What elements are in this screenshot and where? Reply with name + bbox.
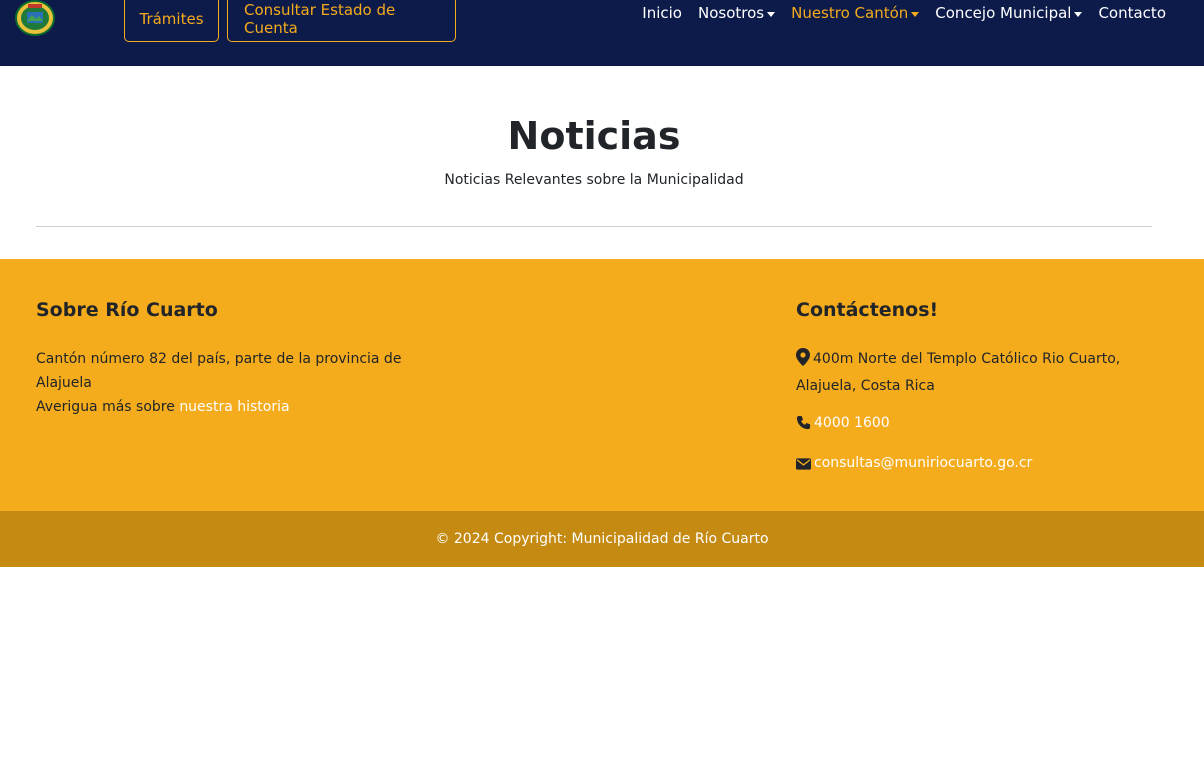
copyright-text: © 2024 Copyright: Municipalidad de Río C… [435, 531, 769, 547]
about-heading: Sobre Río Cuarto [36, 299, 218, 321]
about-more-prefix: Averigua más sobre [36, 399, 180, 415]
about-description: Cantón número 82 del país, parte de la p… [36, 351, 402, 391]
nav-dropdown-nosotros[interactable]: Nosotros [697, 4, 776, 22]
envelope-icon [796, 454, 811, 478]
contact-phone-text: 4000 1600 [814, 415, 890, 431]
nav-link-contacto-label: Contacto [1098, 4, 1166, 22]
page-subtitle: Noticias Relevantes sobre la Municipalid… [444, 172, 744, 188]
contact-heading: Contáctenos! [796, 299, 939, 321]
about-text-block: Cantón número 82 del país, parte de la p… [36, 347, 416, 419]
page-title: Noticias [507, 114, 681, 158]
nav-dropdown-concejo-municipal-label: Concejo Municipal [935, 4, 1072, 22]
nav-dropdown-nuestro-canton-label: Nuestro Cantón [791, 4, 909, 22]
nav-link-contacto[interactable]: Contacto [1098, 4, 1166, 22]
consultar-estado-cuenta-button[interactable]: Consultar Estado de Cuenta [227, 0, 456, 42]
contact-email[interactable]: consultas@muniriocuarto.go.cr [796, 451, 1156, 478]
nav-link-inicio[interactable]: Inicio [642, 4, 682, 22]
footer-main: Sobre Río Cuarto Cantón número 82 del pa… [0, 259, 1204, 511]
map-marker-icon [796, 348, 810, 374]
copyright-bar: © 2024 Copyright: Municipalidad de Río C… [0, 511, 1204, 567]
history-link[interactable]: nuestra historia [179, 399, 289, 415]
nav-link-inicio-label: Inicio [642, 4, 682, 22]
contact-address-text: 400m Norte del Templo Católico Rio Cuart… [796, 351, 1121, 394]
navbar: Trámites Consultar Estado de Cuenta Inic… [0, 0, 1204, 66]
divider [36, 226, 1152, 227]
caret-down-icon [767, 11, 776, 17]
municipal-seal-logo[interactable] [14, 0, 56, 36]
contact-email-text: consultas@muniriocuarto.go.cr [814, 455, 1033, 471]
about-more: Averigua más sobre nuestra historia [36, 395, 416, 419]
tramites-button[interactable]: Trámites [124, 0, 219, 42]
contact-phone[interactable]: 4000 1600 [796, 411, 1156, 438]
contact-address: 400m Norte del Templo Católico Rio Cuart… [796, 347, 1156, 398]
main-nav: Inicio Nosotros Nuestro Cantón Concejo M… [626, 0, 1166, 26]
caret-down-icon [911, 11, 920, 17]
caret-down-icon [1074, 11, 1083, 17]
nav-dropdown-concejo-municipal[interactable]: Concejo Municipal [935, 4, 1083, 22]
nav-dropdown-nuestro-canton[interactable]: Nuestro Cantón [791, 4, 920, 22]
nav-dropdown-nosotros-label: Nosotros [697, 4, 765, 22]
phone-icon [796, 414, 811, 438]
